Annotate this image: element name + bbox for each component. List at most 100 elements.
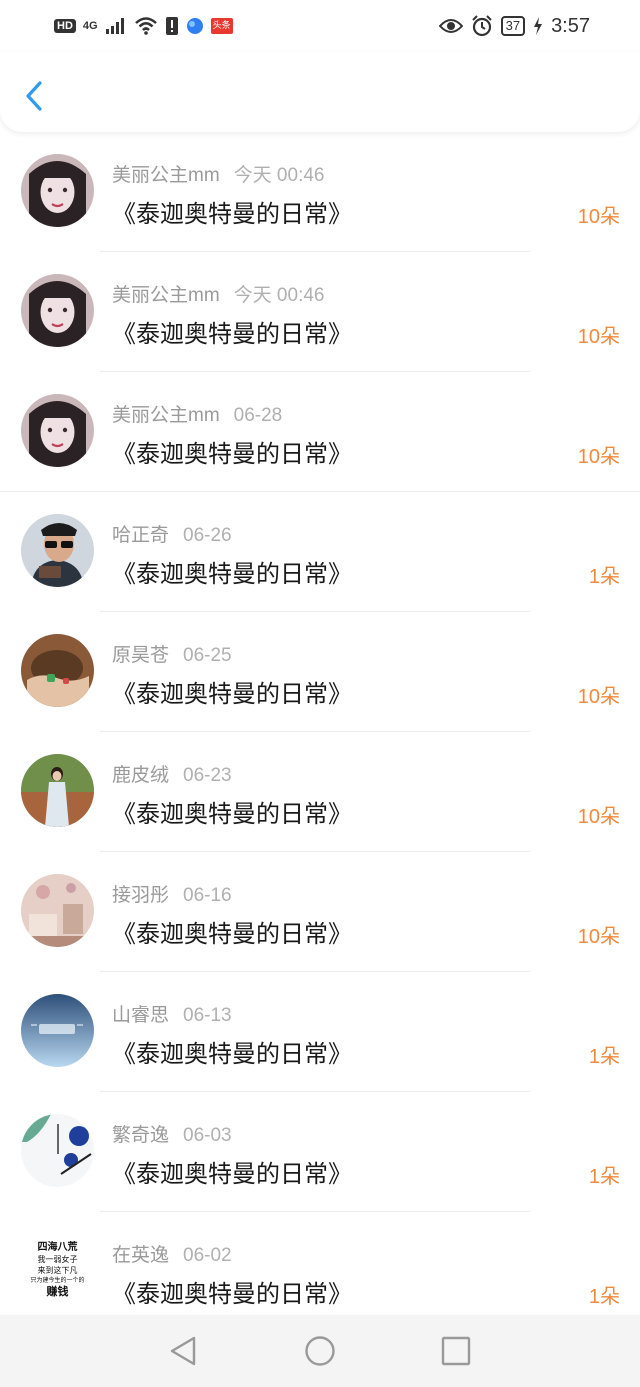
work-title: 《泰迦奥特曼的日常》 (112, 801, 352, 828)
sender-line: 美丽公主mm 06-28 (112, 400, 282, 427)
gift-amount: 10朵 (577, 686, 620, 708)
gift-amount: 1朵 (588, 1166, 620, 1188)
network-type: 4G (82, 20, 98, 32)
nav-home-button[interactable] (304, 1335, 336, 1367)
avatar[interactable] (21, 754, 94, 827)
sender-line: 接羽彤 06-16 (112, 880, 232, 907)
gift-amount: 10朵 (577, 206, 620, 228)
avatar-text-line: 四海八荒 (37, 1242, 78, 1253)
gift-amount: 10朵 (577, 926, 620, 948)
avatar[interactable] (21, 514, 94, 587)
top-bar (0, 52, 640, 132)
sent-date: 06-13 (183, 1005, 232, 1026)
avatar[interactable] (21, 634, 94, 707)
nav-recents-button[interactable] (440, 1335, 472, 1367)
list-item[interactable]: 繁奇逸 06-03 《泰迦奥特曼的日常》 1朵 (0, 1092, 640, 1212)
avatar-pink-girl-icon (21, 274, 94, 347)
sender-name: 鹿皮绒 (112, 765, 170, 786)
avatar-text-line: 只为建今生的一个的 (30, 1277, 85, 1284)
sender-line: 美丽公主mm 今天 00:46 (112, 160, 324, 187)
sender-name: 美丽公主mm (112, 405, 220, 426)
work-title: 《泰迦奥特曼的日常》 (112, 1161, 352, 1188)
avatar[interactable] (21, 1114, 94, 1187)
avatar[interactable] (21, 274, 94, 347)
avatar-blue-text-icon (21, 994, 94, 1067)
list-item[interactable]: 山睿思 06-13 《泰迦奥特曼的日常》 1朵 (0, 972, 640, 1092)
avatar-hands-icon (21, 634, 94, 707)
gift-amount: 1朵 (588, 1046, 620, 1068)
sent-date: 06-02 (183, 1245, 232, 1266)
work-title: 《泰迦奥特曼的日常》 (112, 441, 352, 468)
avatar-text-line: 我一弱女子 (37, 1255, 78, 1264)
avatar-woman-outdoor-icon (21, 754, 94, 827)
sent-date: 06-28 (233, 405, 283, 426)
sent-date: 06-03 (183, 1125, 232, 1146)
back-button[interactable] (18, 80, 52, 114)
eye-icon (438, 19, 463, 33)
list-item[interactable]: 鹿皮绒 06-23 《泰迦奥特曼的日常》 10朵 (0, 732, 640, 852)
sender-name: 哈正奇 (112, 525, 170, 546)
sender-name: 原昊苍 (112, 645, 170, 666)
sent-date: 06-16 (183, 885, 232, 906)
gift-amount: 10朵 (577, 806, 620, 828)
signal-icon (105, 18, 124, 34)
nav-back-button[interactable] (168, 1335, 200, 1367)
alarm-icon (471, 15, 492, 37)
chevron-left-icon (26, 81, 42, 111)
status-right: 37 3:57 (438, 12, 590, 40)
sender-line: 山睿思 06-13 (112, 1000, 232, 1027)
list-item[interactable]: 美丽公主mm 今天 00:46 《泰迦奥特曼的日常》 10朵 (0, 132, 640, 252)
avatar-man-sunglasses-icon (21, 514, 94, 587)
sender-name: 接羽彤 (112, 885, 170, 906)
browser-icon (186, 18, 203, 34)
list-item[interactable]: 接羽彤 06-16 《泰迦奥特曼的日常》 10朵 (0, 852, 640, 972)
avatar[interactable] (21, 154, 94, 227)
sender-name: 繁奇逸 (112, 1125, 170, 1146)
work-title: 《泰迦奥特曼的日常》 (112, 201, 352, 228)
sent-date: 06-25 (183, 645, 232, 666)
sent-date: 今天 00:46 (233, 165, 325, 186)
work-title: 《泰迦奥特曼的日常》 (112, 681, 352, 708)
list-item[interactable]: 四海八荒 我一弱女子 来到这下凡 只为建今生的一个的 赚钱 在英逸 06-02 《… (0, 1212, 640, 1332)
sender-line: 在英逸 06-02 (112, 1240, 232, 1267)
list-item[interactable]: 哈正奇 06-26 《泰迦奥特曼的日常》 1朵 (0, 492, 640, 612)
circle-home-icon (305, 1336, 335, 1366)
avatar[interactable]: 四海八荒 我一弱女子 来到这下凡 只为建今生的一个的 赚钱 (21, 1234, 94, 1307)
sent-date: 今天 00:46 (233, 285, 325, 306)
sender-line: 哈正奇 06-26 (112, 520, 232, 547)
gift-amount: 1朵 (588, 566, 620, 588)
sender-name: 在英逸 (112, 1245, 170, 1266)
avatar[interactable] (21, 874, 94, 947)
alert-icon (165, 17, 178, 35)
avatar-pink-girl-icon (21, 394, 94, 467)
work-title: 《泰迦奥特曼的日常》 (112, 1281, 352, 1308)
sender-line: 原昊苍 06-25 (112, 640, 232, 667)
sent-date: 06-26 (183, 525, 232, 546)
list-item[interactable]: 美丽公主mm 06-28 《泰迦奥特曼的日常》 10朵 (0, 372, 640, 492)
gift-amount: 10朵 (577, 326, 620, 348)
status-bar: HD 4G 头条 37 3:57 (0, 0, 640, 52)
sender-line: 繁奇逸 06-03 (112, 1120, 232, 1147)
hd-badge: HD (54, 19, 76, 33)
square-recents-icon (441, 1336, 471, 1366)
list-item[interactable]: 美丽公主mm 今天 00:46 《泰迦奥特曼的日常》 10朵 (0, 252, 640, 372)
sent-date: 06-23 (183, 765, 232, 786)
sender-line: 鹿皮绒 06-23 (112, 760, 232, 787)
sender-name: 山睿思 (112, 1005, 170, 1026)
list-item[interactable]: 原昊苍 06-25 《泰迦奥特曼的日常》 10朵 (0, 612, 640, 732)
wifi-icon (134, 17, 157, 35)
avatar-text-line: 来到这下凡 (37, 1266, 78, 1275)
avatar[interactable] (21, 994, 94, 1067)
clock: 3:57 (551, 14, 590, 37)
work-title: 《泰迦奥特曼的日常》 (112, 321, 352, 348)
news-app-label: 头条 (212, 21, 231, 31)
gift-amount: 10朵 (577, 446, 620, 468)
status-left: HD 4G 头条 (54, 12, 233, 40)
triangle-back-icon (170, 1336, 196, 1366)
charging-icon (534, 17, 543, 35)
avatar[interactable] (21, 394, 94, 467)
sender-name: 美丽公主mm (112, 285, 220, 306)
gift-amount: 1朵 (588, 1286, 620, 1308)
network-label: 4G (83, 20, 98, 32)
avatar-pink-girl-icon (21, 154, 94, 227)
